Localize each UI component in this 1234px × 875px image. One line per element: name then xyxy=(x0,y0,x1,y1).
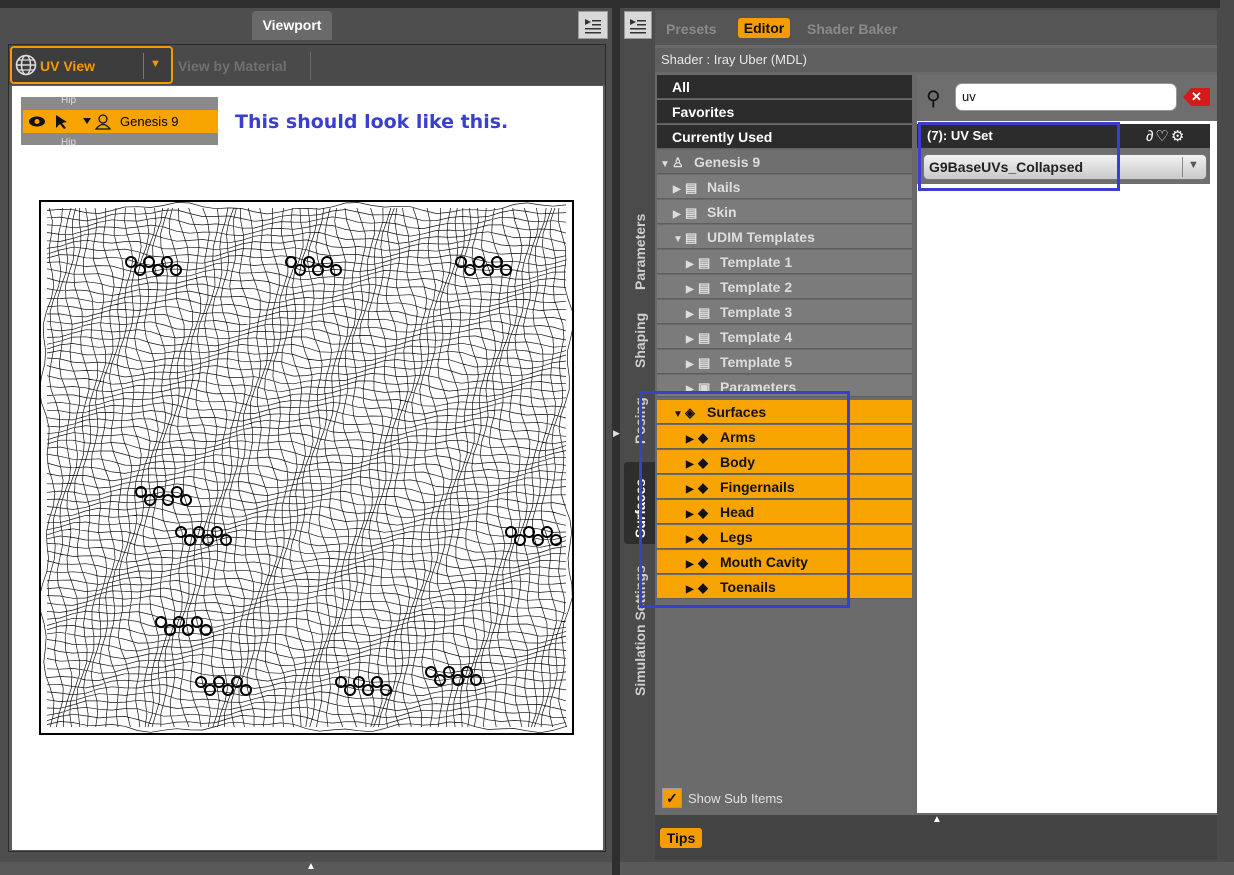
show-sub-items-checkbox[interactable]: ✓ xyxy=(662,788,682,808)
tree-template-1[interactable]: ▶ ▤ Template 1 xyxy=(657,250,912,274)
viewport-tab[interactable]: Viewport xyxy=(252,11,332,40)
expand-triangle-icon[interactable]: ▶ xyxy=(686,353,698,377)
tree-template-5[interactable]: ▶ ▤ Template 5 xyxy=(657,350,912,374)
viewport-menu-button[interactable] xyxy=(578,11,608,39)
tab-editor[interactable]: Editor xyxy=(738,18,790,38)
expand-triangle-icon[interactable]: ▼ xyxy=(673,228,685,252)
pane-menu-button[interactable] xyxy=(624,11,652,39)
svg-text:Hip: Hip xyxy=(61,97,76,106)
expand-arrow-icon[interactable]: ▲ xyxy=(932,814,942,825)
tips-button[interactable]: Tips xyxy=(660,828,702,848)
expand-triangle-icon[interactable]: ▶ xyxy=(686,278,698,302)
heart-icon[interactable]: ♡ xyxy=(1155,128,1170,145)
uv-view-label: UV View xyxy=(40,58,95,74)
folder-icon: ▤ xyxy=(685,180,698,195)
figure-icon: ♙ xyxy=(672,155,684,170)
expand-arrow-icon[interactable]: ▶ xyxy=(613,428,620,439)
globe-icon xyxy=(15,54,37,76)
right-edge-panel xyxy=(1220,0,1234,862)
gear-icon[interactable]: ⚙ xyxy=(1171,128,1186,145)
tree-item-label: Template 2 xyxy=(720,279,793,295)
tree-item-label: UDIM Templates xyxy=(707,229,815,245)
expand-triangle-icon[interactable]: ▶ xyxy=(686,328,698,352)
filter-label: All xyxy=(672,79,690,95)
filter-all[interactable]: All xyxy=(657,75,912,99)
expand-triangle-icon[interactable]: ▶ xyxy=(686,253,698,277)
divider xyxy=(310,52,311,80)
uv-wireframe xyxy=(41,202,572,733)
chevron-down-icon[interactable]: ▼ xyxy=(1188,159,1199,171)
tree-item-label: Template 3 xyxy=(720,304,793,320)
menu-icon xyxy=(585,19,601,34)
tree-template-4[interactable]: ▶ ▤ Template 4 xyxy=(657,325,912,349)
view-by-material-option[interactable]: View by Material xyxy=(178,58,287,74)
tree-template-2[interactable]: ▶ ▤ Template 2 xyxy=(657,275,912,299)
shader-label: Shader : Iray Uber (MDL) xyxy=(655,48,1217,72)
tree-template-3[interactable]: ▶ ▤ Template 3 xyxy=(657,300,912,324)
inset-node-label: Genesis 9 xyxy=(120,114,179,129)
expand-triangle-icon[interactable]: ▶ xyxy=(673,203,685,227)
highlight-box xyxy=(918,122,1120,191)
folder-icon: ▤ xyxy=(698,280,711,295)
highlight-box xyxy=(639,391,850,608)
tree-group-skin[interactable]: ▶ ▤ Skin xyxy=(657,200,912,224)
show-sub-items-label: Show Sub Items xyxy=(688,791,783,806)
chevron-down-icon[interactable]: ▼ xyxy=(150,58,161,70)
tab-shader-baker[interactable]: Shader Baker xyxy=(807,21,897,37)
folder-icon: ▤ xyxy=(685,230,698,245)
filter-currently-used[interactable]: Currently Used xyxy=(657,125,912,149)
menu-icon xyxy=(630,19,646,34)
svg-text:Hip: Hip xyxy=(61,137,76,145)
tab-parameters[interactable]: Parameters xyxy=(632,214,648,290)
expand-triangle-icon[interactable]: ▶ xyxy=(673,178,685,202)
tab-shaping[interactable]: Shaping xyxy=(632,313,648,368)
link-icon[interactable]: ∂ xyxy=(1146,128,1155,145)
folder-icon: ▤ xyxy=(698,305,711,320)
tree-item-label: Template 1 xyxy=(720,254,793,270)
tree-item-label: Template 5 xyxy=(720,354,793,370)
folder-icon: ▤ xyxy=(698,330,711,345)
divider xyxy=(143,53,144,79)
tree-group-nails[interactable]: ▶ ▤ Nails xyxy=(657,175,912,199)
tree-item-label: Template 4 xyxy=(720,329,793,345)
search-input[interactable]: uv xyxy=(955,83,1177,111)
annotation-note: This should look like this. xyxy=(235,111,509,133)
folder-icon: ▤ xyxy=(698,355,711,370)
expand-triangle-icon[interactable]: ▶ xyxy=(686,303,698,327)
filter-label: Currently Used xyxy=(672,129,773,145)
collapse-arrow-icon[interactable]: ▲ xyxy=(306,861,316,872)
expand-triangle-icon[interactable]: ▼ xyxy=(660,153,672,177)
folder-icon: ▤ xyxy=(698,255,711,270)
filter-label: Favorites xyxy=(672,104,735,120)
uv-map xyxy=(39,200,574,735)
tree-item-label: Skin xyxy=(707,204,737,220)
filter-favorites[interactable]: Favorites xyxy=(657,100,912,124)
property-header-icons: ∂♡⚙ xyxy=(1146,127,1186,145)
tree-group-udim[interactable]: ▼ ▤ UDIM Templates xyxy=(657,225,912,249)
tab-presets[interactable]: Presets xyxy=(666,21,717,37)
folder-icon: ▤ xyxy=(685,205,698,220)
search-icon[interactable]: ⚲ xyxy=(926,86,941,111)
tree-item-label: Nails xyxy=(707,179,741,195)
tree-root-genesis9[interactable]: ▼ ♙ Genesis 9 xyxy=(657,150,912,174)
divider xyxy=(1182,157,1183,177)
tree-item-label: Genesis 9 xyxy=(694,154,761,170)
